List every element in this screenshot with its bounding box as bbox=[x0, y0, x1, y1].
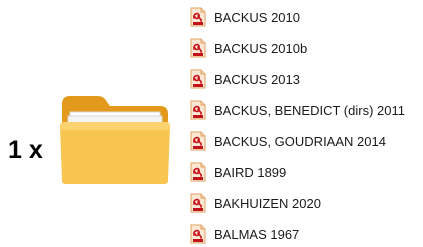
list-item[interactable]: BACKUS, BENEDICT (dirs) 2011 bbox=[190, 98, 405, 122]
file-name: BALMAS 1967 bbox=[214, 226, 300, 242]
selection-count-label: 1 x bbox=[8, 136, 43, 164]
file-name: BACKUS, GOUDRIAAN 2014 bbox=[214, 133, 386, 149]
folder-icon[interactable] bbox=[58, 86, 172, 186]
file-name: BACKUS 2010b bbox=[214, 40, 308, 56]
file-name: BAKHUIZEN 2020 bbox=[214, 195, 321, 211]
list-item[interactable]: BACKUS, GOUDRIAAN 2014 bbox=[190, 129, 386, 153]
file-list: BACKUS 2010 BACKUS 2010b BACKUS 2013 BAC… bbox=[190, 0, 423, 247]
list-item[interactable]: BAIRD 1899 bbox=[190, 160, 286, 184]
list-item[interactable]: BACKUS 2010b bbox=[190, 36, 307, 60]
list-item[interactable]: BAKHUIZEN 2020 bbox=[190, 191, 321, 215]
pdf-file-icon bbox=[190, 69, 206, 89]
pdf-file-icon bbox=[190, 38, 206, 58]
file-name: BACKUS, BENEDICT (dirs) 2011 bbox=[214, 102, 405, 118]
folder-icon-graphic bbox=[60, 96, 170, 184]
file-selection-view: 1 x BACKUS 2010 BACKUS 2010b BACKUS 2013… bbox=[0, 0, 423, 247]
list-item[interactable]: BACKUS 2013 bbox=[190, 67, 300, 91]
list-item[interactable]: BACKUS 2010 bbox=[190, 5, 300, 29]
pdf-file-icon bbox=[190, 100, 206, 120]
pdf-file-icon bbox=[190, 131, 206, 151]
pdf-file-icon bbox=[190, 193, 206, 213]
pdf-file-icon bbox=[190, 7, 206, 27]
file-name: BACKUS 2013 bbox=[214, 71, 300, 87]
pdf-file-icon bbox=[190, 162, 206, 182]
pdf-file-icon bbox=[190, 224, 206, 244]
list-item[interactable]: BALMAS 1967 bbox=[190, 222, 299, 246]
file-name: BAIRD 1899 bbox=[214, 164, 287, 180]
file-name: BACKUS 2010 bbox=[214, 9, 300, 25]
